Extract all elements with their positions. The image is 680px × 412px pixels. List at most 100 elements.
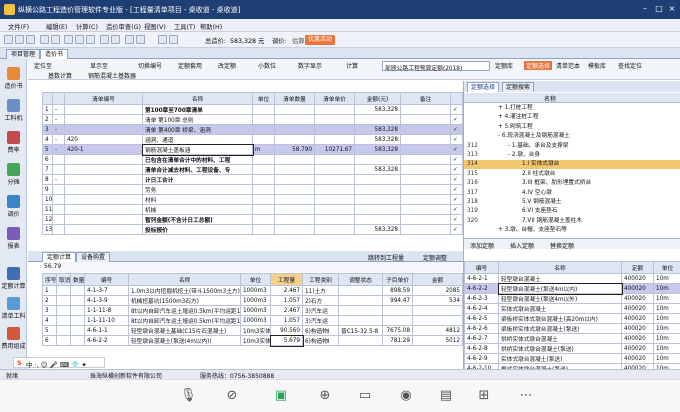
bill-row[interactable]: 9 劳务 ✓ bbox=[42, 184, 463, 195]
menu-help[interactable]: 帮助(H) bbox=[200, 22, 222, 31]
quota-tree-item[interactable]: + 4.灌注桩工程 bbox=[464, 113, 680, 122]
tab-quota-calc[interactable]: 定额计算 bbox=[42, 252, 77, 262]
help-icon[interactable] bbox=[136, 35, 145, 44]
quota-tree-item[interactable]: 314 1.I 实体式墩台 bbox=[464, 160, 680, 170]
quota-adjust-button[interactable]: 定额调整 bbox=[423, 253, 447, 262]
quota-list-row[interactable]: 4-6-2-6 梁板桥实体式墩台混凝土(泵送) 400020 10m bbox=[464, 323, 680, 334]
quota-list-row[interactable]: 4-6-2-2 轻型墩台混凝土(泵送4m以内) 400020 10m bbox=[464, 282, 680, 295]
col-bill-code[interactable]: 清单编号 bbox=[64, 92, 143, 105]
open-icon[interactable] bbox=[15, 35, 24, 44]
quota-tree-item[interactable]: 318 5.V 钢筋混凝土 bbox=[464, 198, 680, 207]
change-quota-button[interactable]: 改定额 bbox=[218, 61, 236, 70]
chat-icon[interactable]: ▭ bbox=[357, 388, 373, 403]
paste-icon[interactable] bbox=[86, 35, 95, 44]
col-price[interactable]: 清单单价 bbox=[314, 92, 355, 105]
qty-expression[interactable]: 56.79 bbox=[44, 263, 61, 270]
tab-quota-search[interactable]: 定额搜索 bbox=[502, 82, 535, 92]
quota-calc-row[interactable]: 31-1-11-88t以内自卸汽车运土增运0.5km(平均运距15km以内)10… bbox=[42, 305, 463, 316]
quota-calc-row[interactable]: 1 4-1-3-7 1.0m3以内挖掘机挖土(带斗1500m3土方) 1000m3 2.… bbox=[42, 285, 463, 296]
tab-quota-select[interactable]: 定额选择 bbox=[467, 82, 500, 92]
quota-tree-item[interactable]: 319 6.VI 支座垫石 bbox=[464, 207, 680, 216]
quota-list-row[interactable]: 4-6-2-9 实体式墩台混凝土(泵送) 400020 10m bbox=[464, 353, 680, 364]
menu-tools[interactable]: 工具(T) bbox=[174, 22, 195, 31]
quota-tree-item[interactable]: + 3.墩、台帽、支座垫石等 bbox=[464, 226, 680, 235]
document-icon[interactable]: ▤ bbox=[438, 388, 454, 403]
undo-icon[interactable] bbox=[40, 35, 49, 44]
camera-off-icon[interactable]: ⊘ bbox=[224, 388, 240, 403]
quota-calc-row[interactable]: 2 4-1-3-9 机械挖基坑(1500m3石方) 1000m3 1.057 2)石方 99… bbox=[42, 295, 463, 306]
quota-list-row[interactable]: 4-6-2-8 拱桥实体式墩台混凝土(泵送) 400020 10m bbox=[464, 343, 680, 354]
nav-reports[interactable]: 报表 bbox=[1, 225, 26, 253]
quota-list-row[interactable]: 4-6-2-5 梁板桥实体式墩台混凝土(高20m以内) 400020 10m bbox=[464, 313, 680, 324]
calc-icon[interactable] bbox=[100, 35, 109, 44]
microphone-icon[interactable]: 🎙 bbox=[180, 388, 197, 403]
bill-row[interactable]: 13 投标报价 583,328 ✓ bbox=[42, 224, 463, 235]
quota-list-row[interactable]: 4-6-2-1 轻型墩台混凝土 400020 10m bbox=[464, 273, 680, 284]
bill-row[interactable]: 3- 清单 第400章 桥梁、涵洞 583,328 ✓ bbox=[42, 124, 463, 135]
nav-cost-book[interactable]: 造价书 bbox=[1, 65, 26, 93]
redo-icon[interactable] bbox=[51, 35, 60, 44]
menu-view[interactable]: 视图(V) bbox=[144, 22, 166, 31]
quota-list-row[interactable]: 4-6-2-4 实体式墩台混凝土 400020 10m bbox=[464, 303, 680, 314]
new-icon[interactable] bbox=[4, 35, 13, 44]
bill-row[interactable]: 11 机械 ✓ bbox=[42, 204, 463, 215]
col-unit[interactable]: 单位 bbox=[252, 92, 275, 105]
quota-list-row[interactable]: 4-6-2-3 轻型墩台混凝土(泵送4m以外) 400020 10m bbox=[464, 293, 680, 304]
switch-code-button[interactable]: 切换编号 bbox=[138, 61, 162, 70]
menu-review[interactable]: 造价审查(G) bbox=[106, 22, 141, 31]
template-lib-button[interactable]: 模板库 bbox=[588, 61, 606, 70]
quota-calc-row[interactable]: 6 4-6-2-2 轻型墩台混凝土(泵送(4m以内)) 10m3实体 5.679 6)构造… bbox=[42, 334, 463, 347]
find-locate-button[interactable]: 查找定位 bbox=[618, 61, 642, 70]
save-icon[interactable] bbox=[26, 35, 35, 44]
calc-button[interactable]: 计算 bbox=[346, 61, 358, 70]
col-remark[interactable]: 备注 bbox=[400, 92, 451, 105]
bill-row[interactable]: 12 暂列金额(不含计日工总额) ✓ bbox=[42, 214, 463, 225]
close-icon[interactable]: × bbox=[667, 4, 677, 14]
quota-tree-item[interactable]: 317 4.IV 空心墩 bbox=[464, 189, 680, 198]
bill-row[interactable]: 10 材料 ✓ bbox=[42, 194, 463, 205]
bill-row[interactable]: 4-420 涵洞、通道 583,328 ✓ bbox=[42, 134, 463, 145]
quota-tree-item[interactable]: 313- 2.墩、台身 bbox=[464, 151, 680, 160]
display-button[interactable]: 显示至 bbox=[90, 61, 108, 70]
quota-select-button[interactable]: 定额选择 bbox=[524, 61, 553, 70]
quota-tree-item[interactable]: - 6.现浇混凝土及钢筋混凝土 bbox=[464, 132, 680, 141]
decimal-button[interactable]: 小数位 bbox=[258, 61, 276, 70]
bill-row[interactable]: 7 清单合计减去材料、工程设备、专 583,328 ✓ bbox=[42, 164, 463, 175]
number-display-button[interactable]: 数字显示 bbox=[298, 61, 322, 70]
apps-icon[interactable]: ⊞ bbox=[476, 388, 492, 403]
nav-list-material[interactable]: 清单工料 bbox=[1, 295, 26, 323]
locate-button[interactable]: 定位至 bbox=[34, 61, 52, 70]
quota-tree-item[interactable]: + 1.打桩工程 bbox=[464, 104, 680, 113]
setting-icon[interactable] bbox=[169, 35, 178, 44]
bill-row[interactable]: 5-420-1 钢筋混凝土盖板涵 m 58.790 10271.67 583,328 ✓ bbox=[42, 143, 463, 156]
nav-rates[interactable]: 费率 bbox=[1, 129, 26, 157]
bill-row[interactable]: 8- 计日工合计 ✓ bbox=[42, 174, 463, 185]
quota-calc-row[interactable]: 5 4-6-1-1 轻型墩台混凝土基础(C15片石混凝土) 10m3实体 90.560 6… bbox=[42, 325, 463, 336]
report-icon[interactable] bbox=[125, 35, 134, 44]
nav-labor-material[interactable]: 工料机 bbox=[1, 97, 26, 125]
ime-toolbar[interactable]: S 中 ·, ☺ 🎤 ⌨ 👕 ✦ bbox=[13, 357, 105, 369]
nav-cost-composition[interactable]: 费用组成 bbox=[1, 325, 26, 353]
more-icon[interactable]: ⋯ bbox=[518, 388, 534, 403]
quota-tree-item[interactable]: 312- 1.基础、承台及支撑梁 bbox=[464, 142, 680, 151]
quota-list-row[interactable]: 4-6-2-7 拱桥实体式墩台混凝土 400020 10m bbox=[464, 333, 680, 344]
col-name[interactable]: 名称 bbox=[142, 92, 253, 105]
quota-tree-item[interactable]: 316 3.III 框架、肋形埋置式桥台 bbox=[464, 179, 680, 188]
nav-quota-calc[interactable]: 定额计算 bbox=[1, 265, 26, 293]
maximize-icon[interactable]: □ bbox=[654, 4, 664, 14]
quota-tree-item[interactable]: + 5.砌筑工程 bbox=[464, 123, 680, 132]
bill-row[interactable]: 6 已包含在清单合计中的材料、工程 ✓ bbox=[42, 154, 463, 165]
tab-cost-book[interactable]: 造价书 bbox=[40, 49, 69, 59]
bill-row[interactable]: 2- 清单 第100章 总则 ✓ bbox=[42, 114, 463, 125]
base-calc-button[interactable]: 基数计算 bbox=[48, 71, 72, 80]
menu-file[interactable]: 文件(F) bbox=[8, 22, 29, 31]
share-screen-icon[interactable]: ▣ bbox=[273, 388, 289, 403]
add-participant-icon[interactable]: ⊕ bbox=[317, 388, 333, 403]
promo-button[interactable]: 优惠活动 bbox=[305, 35, 335, 45]
cut-icon[interactable] bbox=[64, 35, 73, 44]
quota-calc-row[interactable]: 41-1-11-108t以内自卸汽车运土增运0.5km(平均运距15km以内)1… bbox=[42, 315, 463, 326]
tab-project[interactable]: 项目管理 bbox=[6, 49, 41, 59]
col-qty[interactable]: 清单数量 bbox=[274, 92, 315, 105]
bill-row[interactable]: 1- 第100章至700章清单 583,328 ✓ bbox=[42, 104, 463, 115]
jump-to-qty-button[interactable]: 跳转到工程量 bbox=[368, 253, 404, 262]
